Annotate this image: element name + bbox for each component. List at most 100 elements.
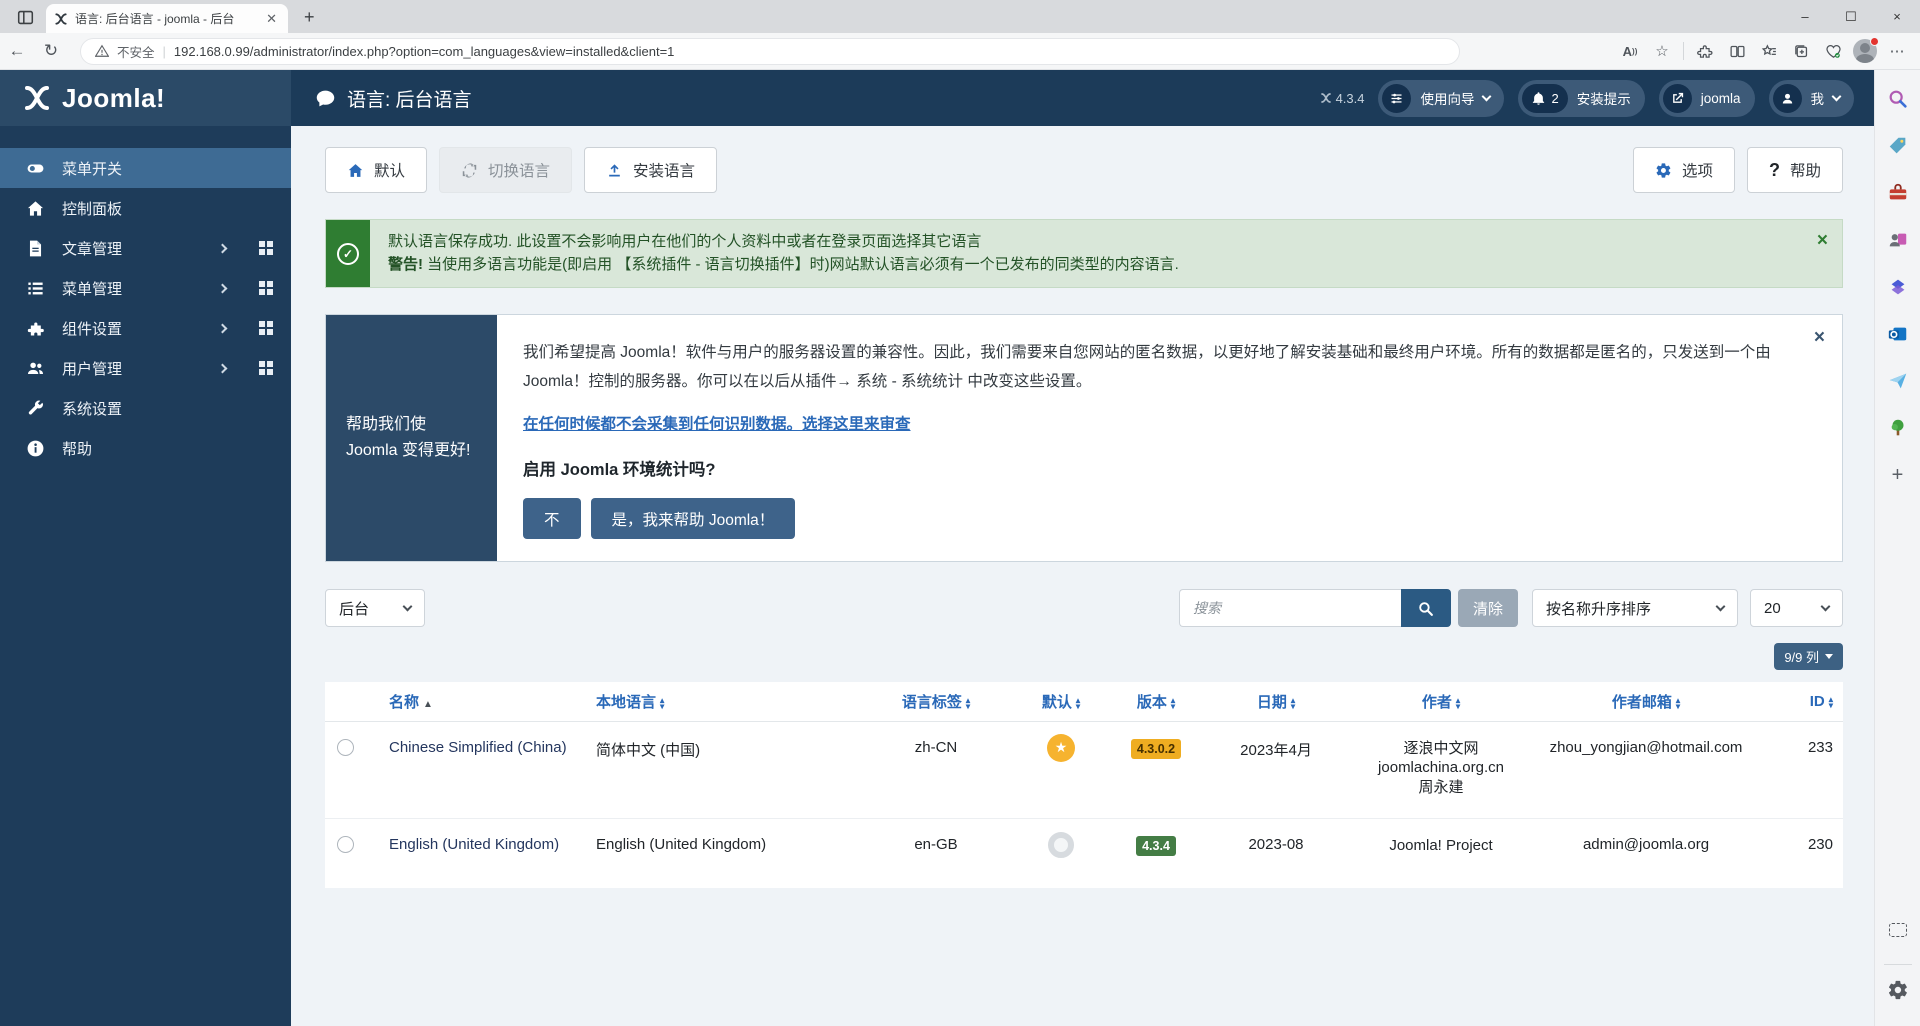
tab-actions-icon[interactable] — [10, 4, 40, 30]
close-window-button[interactable]: × — [1874, 0, 1920, 33]
refresh-icon[interactable]: ↻ — [34, 41, 68, 61]
stats-yes-button[interactable]: 是，我来帮助 Joomla！ — [591, 498, 796, 539]
sidebar-item-users[interactable]: 用户管理 — [0, 348, 291, 388]
header-version[interactable]: 版本▴▾ — [1111, 682, 1201, 721]
header-name[interactable]: 名称▲ — [371, 682, 596, 721]
rail-settings-icon[interactable] — [1881, 971, 1915, 1009]
browser-toolbar-icons: A)) ☆ ⋯ — [1615, 37, 1920, 65]
search-icon[interactable] — [1881, 80, 1915, 118]
tab-close-icon[interactable]: ✕ — [263, 11, 280, 27]
profile-avatar[interactable] — [1850, 37, 1880, 65]
sort-select[interactable]: 按名称升序排序 — [1532, 589, 1738, 627]
limit-select[interactable]: 20 — [1750, 589, 1843, 627]
client-select[interactable]: 后台 — [325, 589, 425, 627]
set-default-toggle[interactable] — [1048, 832, 1074, 858]
joomla-version-icon — [1320, 92, 1332, 104]
sidebar-item-system[interactable]: 系统设置 — [0, 388, 291, 428]
alert-close-icon[interactable]: × — [1817, 230, 1828, 252]
header-native[interactable]: 本地语言▴▾ — [596, 682, 861, 721]
notifications-button[interactable]: 2 安装提示 — [1518, 80, 1644, 117]
default-button[interactable]: 默认 — [325, 147, 427, 193]
screenshot-icon[interactable] — [1881, 911, 1915, 949]
toolbox-icon[interactable] — [1881, 174, 1915, 212]
address-bar[interactable]: 不安全 | 192.168.0.99/administrator/index.p… — [80, 38, 1460, 65]
default-star-icon[interactable]: ★ — [1047, 734, 1075, 762]
header-tag[interactable]: 语言标签▴▾ — [861, 682, 1011, 721]
signpost-icon — [1382, 84, 1411, 113]
header-default[interactable]: 默认▴▾ — [1011, 682, 1111, 721]
stats-no-button[interactable]: 不 — [523, 498, 581, 539]
sidebar-item-content[interactable]: 文章管理 — [0, 228, 291, 268]
read-aloud-icon[interactable]: A)) — [1615, 37, 1645, 65]
language-author: 逐浪中文网 joomlachina.org.cn 周永建 — [1351, 721, 1531, 818]
dashboard-grid-icon[interactable] — [259, 281, 273, 295]
upload-icon — [606, 162, 623, 179]
sidebar-item-components[interactable]: 组件设置 — [0, 308, 291, 348]
dashboard-grid-icon[interactable] — [259, 361, 273, 375]
minimize-button[interactable]: – — [1782, 0, 1828, 33]
dashboard-grid-icon[interactable] — [259, 241, 273, 255]
row-radio[interactable] — [337, 836, 354, 853]
browser-tab[interactable]: 语言: 后台语言 - joomla - 后台 ✕ — [46, 4, 288, 33]
shopping-tag-icon[interactable] — [1881, 127, 1915, 165]
discover-icon[interactable] — [1881, 268, 1915, 306]
add-sidebar-item-button[interactable]: + — [1881, 456, 1915, 494]
url-text[interactable]: 192.168.0.99/administrator/index.php?opt… — [174, 44, 674, 59]
options-button[interactable]: 选项 — [1633, 147, 1735, 193]
security-label[interactable]: 不安全 — [117, 42, 155, 61]
sidebar-item-dashboard[interactable]: 控制面板 — [0, 188, 291, 228]
joomla-header: Joomla! 语言: 后台语言 4.3.4 使用向导 2 安装提示 — [0, 70, 1874, 126]
stats-side-title: 帮助我们使 Joomla 变得更好! — [326, 315, 497, 561]
gear-icon — [1655, 162, 1672, 179]
collections-icon[interactable] — [1786, 37, 1816, 65]
language-date: 2023年4月 — [1201, 721, 1351, 818]
guided-tour-button[interactable]: 使用向导 — [1378, 80, 1504, 117]
language-name-link[interactable]: English (United Kingdom) — [389, 836, 559, 853]
favorite-star-icon[interactable]: ☆ — [1647, 37, 1677, 65]
maximize-button[interactable]: ☐ — [1828, 0, 1874, 33]
row-radio[interactable] — [337, 739, 354, 756]
sidebar-item-help[interactable]: 帮助 — [0, 428, 291, 468]
sidebar-item-menu-toggle[interactable]: 菜单开关 — [0, 148, 291, 188]
chevron-down-icon — [1832, 91, 1842, 101]
language-name-link[interactable]: Chinese Simplified (China) — [389, 739, 567, 756]
sort-both-icon: ▴▾ — [1456, 697, 1460, 709]
filter-bar: 后台 清除 按名称升序排序 20 — [325, 589, 1843, 627]
joomla-logo[interactable]: Joomla! — [0, 70, 291, 126]
user-menu-button[interactable]: 我 — [1769, 80, 1855, 117]
favorites-bar-icon[interactable] — [1754, 37, 1784, 65]
columns-selector-badge[interactable]: 9/9 列 — [1774, 643, 1843, 670]
header-date[interactable]: 日期▴▾ — [1201, 682, 1351, 721]
drop-icon[interactable] — [1881, 362, 1915, 400]
sort-asc-icon: ▲ — [423, 699, 433, 710]
new-tab-button[interactable]: + — [296, 7, 323, 28]
header-right-group: 4.3.4 使用向导 2 安装提示 joomla 我 — [1320, 80, 1874, 117]
extensions-icon[interactable] — [1690, 37, 1720, 65]
back-icon[interactable]: ← — [0, 41, 34, 61]
magnifier-icon — [1417, 600, 1434, 617]
more-menu-icon[interactable]: ⋯ — [1882, 37, 1912, 65]
sort-both-icon: ▴▾ — [1291, 697, 1295, 709]
image-creator-icon[interactable] — [1881, 221, 1915, 259]
search-button[interactable] — [1401, 589, 1451, 627]
split-screen-icon[interactable] — [1722, 37, 1752, 65]
outlook-icon[interactable] — [1881, 315, 1915, 353]
sidebar-item-menus[interactable]: 菜单管理 — [0, 268, 291, 308]
install-language-button[interactable]: 安装语言 — [584, 147, 717, 193]
tree-icon[interactable] — [1881, 409, 1915, 447]
toolbar-divider — [1683, 42, 1684, 60]
dashboard-grid-icon[interactable] — [259, 321, 273, 335]
list-icon — [26, 279, 45, 298]
search-input[interactable] — [1179, 589, 1401, 627]
header-id[interactable]: ID▴▾ — [1761, 682, 1843, 721]
header-author-email[interactable]: 作者邮箱▴▾ — [1531, 682, 1761, 721]
header-author[interactable]: 作者▴▾ — [1351, 682, 1531, 721]
clear-button[interactable]: 清除 — [1458, 589, 1518, 627]
browser-essentials-icon[interactable] — [1818, 37, 1848, 65]
stats-close-icon[interactable]: × — [1814, 327, 1825, 349]
table-row: English (United Kingdom) English (United… — [325, 818, 1843, 888]
site-preview-button[interactable]: joomla — [1659, 80, 1755, 117]
help-button[interactable]: ? 帮助 — [1747, 147, 1843, 193]
sort-both-icon: ▴▾ — [1076, 697, 1080, 709]
stats-review-link[interactable]: 在任何时候都不会采集到任何识别数据。选择这里来审查 — [523, 412, 911, 434]
